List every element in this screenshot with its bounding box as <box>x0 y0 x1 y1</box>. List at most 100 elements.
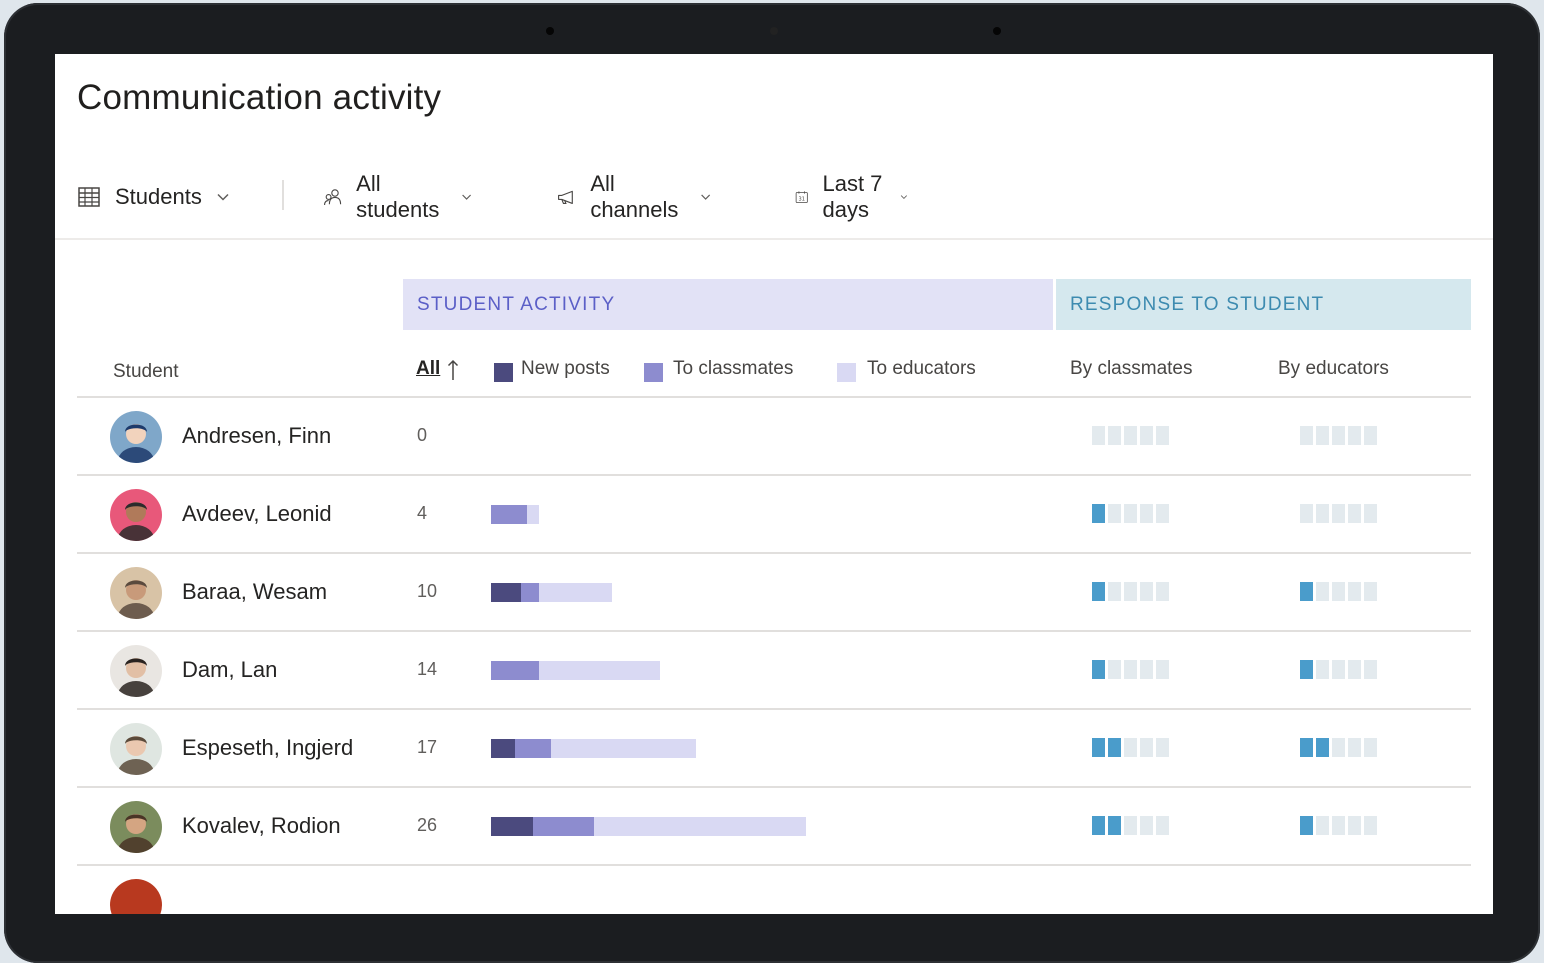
response-level-pip <box>1156 738 1169 757</box>
by-classmates-indicator <box>1092 660 1169 679</box>
new-posts-bar-segment <box>491 583 521 602</box>
to-classmates-bar-segment <box>533 817 594 836</box>
response-level-pip <box>1332 426 1345 445</box>
response-level-pip <box>1348 738 1361 757</box>
all-sort-label: All <box>416 358 441 379</box>
to-educators-bar-segment <box>527 505 539 524</box>
student-name[interactable]: Dam, Lan <box>182 657 277 683</box>
students-dropdown[interactable]: All students <box>323 171 472 222</box>
table-row[interactable]: Espeseth, Ingjerd 17 <box>77 710 1471 788</box>
by-educators-indicator <box>1300 816 1377 835</box>
response-level-pip <box>1108 738 1121 757</box>
camera-dot <box>993 27 1001 35</box>
avatar-portrait <box>110 645 162 697</box>
new-posts-bar-segment <box>491 739 515 758</box>
new-posts-bar-segment <box>491 817 533 836</box>
to-educators-legend-label: To educators <box>867 358 976 379</box>
response-level-pip <box>1108 660 1121 679</box>
to-educators-bar-segment <box>551 739 696 758</box>
page-title: Communication activity <box>77 78 442 117</box>
chevron-down-icon <box>217 193 229 201</box>
response-level-pip <box>1364 582 1377 601</box>
table-row[interactable]: Baraa, Wesam 10 <box>77 554 1471 632</box>
view-dropdown-label: Students <box>115 184 202 209</box>
response-level-pip <box>1364 738 1377 757</box>
response-level-pip <box>1348 816 1361 835</box>
response-level-pip <box>1124 426 1137 445</box>
avatar <box>110 489 162 541</box>
student-name[interactable]: Kovalev, Rodion <box>182 813 341 839</box>
toolbar-divider <box>282 180 284 210</box>
response-level-pip <box>1108 582 1121 601</box>
to-classmates-legend-label: To classmates <box>673 358 794 379</box>
student-name[interactable]: Espeseth, Ingjerd <box>182 735 353 761</box>
response-level-pip <box>1092 816 1105 835</box>
avatar <box>110 723 162 775</box>
toolbar-separator <box>55 238 1493 240</box>
avatar <box>110 411 162 463</box>
response-level-pip <box>1316 504 1329 523</box>
response-level-pip <box>1092 426 1105 445</box>
by-classmates-column-header[interactable]: By classmates <box>1070 358 1192 380</box>
avatar <box>110 879 162 914</box>
row-divider <box>77 864 1471 866</box>
total-count: 26 <box>417 815 438 835</box>
response-level-pip <box>1156 426 1169 445</box>
response-level-pip <box>1300 816 1313 835</box>
response-to-student-header: RESPONSE TO STUDENT <box>1056 279 1471 330</box>
table-row[interactable]: Kovalev, Rodion 26 <box>77 788 1471 866</box>
student-name[interactable]: Andresen, Finn <box>182 423 331 449</box>
response-level-pip <box>1108 504 1121 523</box>
people-icon <box>324 189 342 206</box>
response-level-pip <box>1140 816 1153 835</box>
grid-table-icon <box>78 187 100 207</box>
response-level-pip <box>1156 660 1169 679</box>
response-level-pip <box>1140 660 1153 679</box>
response-level-pip <box>1316 738 1329 757</box>
table-row[interactable]: Dam, Lan 14 <box>77 632 1471 710</box>
all-sort-header[interactable]: All <box>416 358 440 380</box>
channels-dropdown-label: All channels <box>590 171 679 222</box>
response-level-pip <box>1364 504 1377 523</box>
total-count: 0 <box>417 425 428 445</box>
table-row[interactable]: Andresen, Finn 0 <box>77 398 1471 476</box>
svg-text:31: 31 <box>799 197 805 203</box>
table-row[interactable]: Avdeev, Leonid 4 <box>77 476 1471 554</box>
by-educators-indicator <box>1300 426 1377 445</box>
avatar <box>110 801 162 853</box>
response-level-pip <box>1300 582 1313 601</box>
response-level-pip <box>1332 816 1345 835</box>
period-dropdown[interactable]: 31 Last 7 days <box>795 171 907 222</box>
response-level-pip <box>1140 738 1153 757</box>
view-dropdown[interactable]: Students <box>77 180 230 214</box>
by-classmates-indicator <box>1092 816 1169 835</box>
by-educators-column-header[interactable]: By educators <box>1278 358 1389 380</box>
response-level-pip <box>1140 504 1153 523</box>
avatar-portrait <box>110 567 162 619</box>
channels-dropdown[interactable]: All channels <box>557 171 711 222</box>
total-count: 4 <box>417 503 428 523</box>
total-count: 17 <box>417 737 438 757</box>
response-level-pip <box>1332 582 1345 601</box>
student-name[interactable]: Avdeev, Leonid <box>182 501 332 527</box>
new-posts-legend-swatch <box>494 363 513 382</box>
response-level-pip <box>1108 816 1121 835</box>
response-level-pip <box>1348 660 1361 679</box>
response-level-pip <box>1316 582 1329 601</box>
response-level-pip <box>1156 582 1169 601</box>
sort-ascending-icon[interactable] <box>447 359 459 381</box>
to-educators-legend-swatch <box>837 363 856 382</box>
by-classmates-indicator <box>1092 426 1169 445</box>
camera-dot <box>546 27 554 35</box>
total-count: 14 <box>417 659 438 679</box>
student-name[interactable]: Baraa, Wesam <box>182 579 327 605</box>
chevron-down-icon <box>700 194 710 200</box>
response-level-pip <box>1124 582 1137 601</box>
student-activity-header: STUDENT ACTIVITY <box>403 279 1053 330</box>
by-classmates-indicator <box>1092 582 1169 601</box>
student-column-header[interactable]: Student <box>113 361 179 383</box>
by-classmates-indicator <box>1092 738 1169 757</box>
response-level-pip <box>1364 660 1377 679</box>
to-educators-bar-segment <box>539 583 612 602</box>
avatar-portrait <box>110 801 162 853</box>
